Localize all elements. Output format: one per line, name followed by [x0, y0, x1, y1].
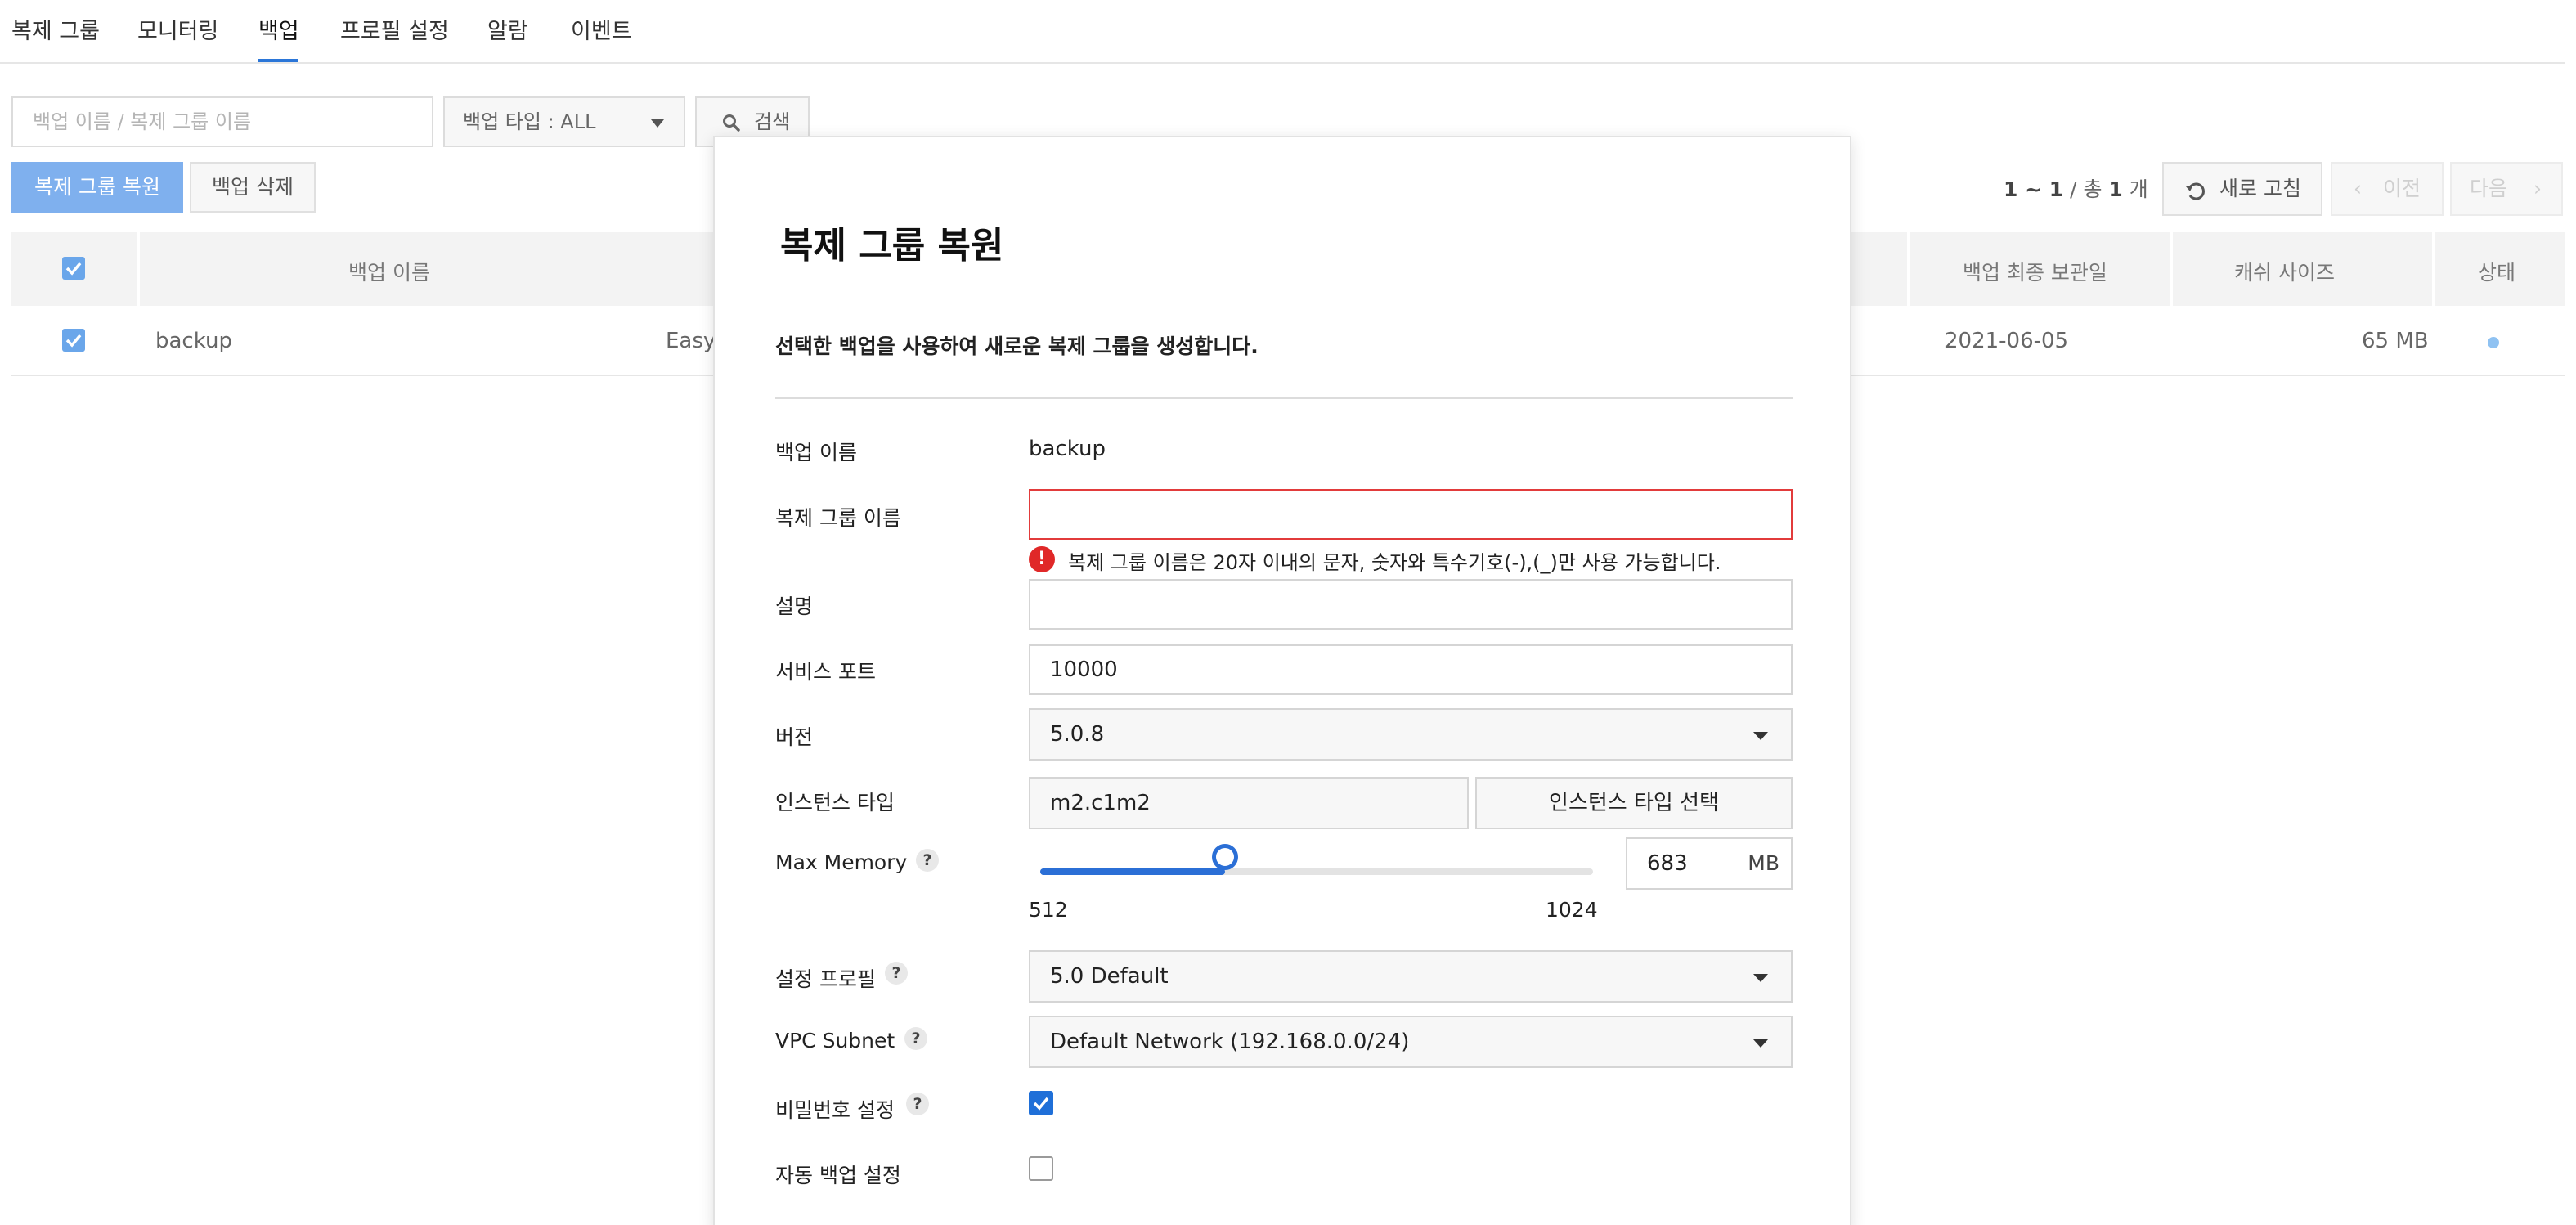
tab-backup[interactable]: 백업: [258, 13, 299, 45]
subnet-select[interactable]: Default Network (192.168.0.0/24): [1029, 1016, 1793, 1068]
chevron-down-icon: [1753, 732, 1768, 740]
profile-select-value: 5.0 Default: [1050, 964, 1169, 989]
select-all-checkbox[interactable]: [62, 257, 85, 280]
row-checkbox[interactable]: [62, 329, 85, 352]
restore-group-button[interactable]: 복제 그룹 복원: [11, 162, 183, 213]
max-memory-label: Max Memory: [775, 850, 907, 874]
max-memory-value: 683: [1647, 851, 1688, 876]
status-indicator: [2488, 337, 2499, 348]
chevron-down-icon: [1753, 1039, 1768, 1048]
prev-page-label: 이전: [2383, 177, 2421, 200]
active-tab-indicator: [258, 59, 298, 62]
next-page-label: 다음: [2470, 177, 2508, 200]
max-memory-slider-fill: [1040, 868, 1225, 875]
pager-unit: 개: [2122, 177, 2148, 201]
service-port-input[interactable]: [1029, 644, 1793, 695]
header-retention-date[interactable]: 백업 최종 보관일: [1963, 257, 2107, 286]
help-icon[interactable]: ?: [906, 1093, 929, 1115]
refresh-button-label: 새로 고침: [2219, 177, 2301, 200]
description-label: 설명: [775, 595, 814, 618]
help-icon[interactable]: ?: [885, 962, 908, 985]
backup-name-label: 백업 이름: [775, 441, 857, 464]
pager-range: 1 ~ 1: [2004, 177, 2064, 201]
tab-replication-group[interactable]: 복제 그룹: [11, 13, 100, 45]
row-backup-name: backup: [155, 329, 232, 353]
tab-alarm[interactable]: 알람: [487, 13, 528, 45]
chevron-left-icon: ‹: [2354, 177, 2362, 200]
modal-divider: [775, 397, 1793, 399]
row-cache-size: 65 MB: [2362, 329, 2429, 353]
profile-select[interactable]: 5.0 Default: [1029, 950, 1793, 1003]
prev-page-button[interactable]: ‹ 이전: [2331, 162, 2444, 216]
modal-description: 선택한 백업을 사용하여 새로운 복제 그룹을 생성합니다.: [775, 334, 1259, 358]
chevron-down-icon: [1753, 974, 1768, 982]
max-memory-max: 1024: [1546, 898, 1598, 922]
backup-name-value: backup: [1029, 437, 1106, 461]
header-cache-size[interactable]: 캐쉬 사이즈: [2234, 257, 2335, 286]
tab-event[interactable]: 이벤트: [571, 13, 632, 45]
help-icon[interactable]: ?: [904, 1027, 927, 1050]
tab-monitoring[interactable]: 모니터링: [137, 13, 218, 45]
subnet-select-value: Default Network (192.168.0.0/24): [1050, 1030, 1410, 1054]
profile-label-text: 설정 프로필: [775, 967, 876, 991]
pager-total: 1: [2108, 177, 2123, 201]
backup-type-select[interactable]: 백업 타입 : ALL: [443, 96, 685, 147]
row-retention-date: 2021-06-05: [1945, 329, 2069, 353]
backup-type-select-value: 백업 타입 : ALL: [463, 110, 596, 133]
subnet-label-text: VPC Subnet: [775, 1029, 895, 1052]
version-select-value: 5.0.8: [1050, 722, 1105, 747]
max-memory-label-text: Max Memory: [775, 850, 908, 874]
next-page-button[interactable]: 다음 ›: [2450, 162, 2563, 216]
check-icon: [65, 334, 82, 348]
instance-type-select-button[interactable]: 인스턴스 타입 선택: [1475, 777, 1793, 829]
max-memory-input[interactable]: 683 MB: [1626, 837, 1793, 890]
header-status[interactable]: 상태: [2478, 257, 2515, 286]
instance-type-label: 인스턴스 타입: [775, 791, 895, 814]
max-memory-slider-handle[interactable]: [1211, 844, 1238, 870]
version-select[interactable]: 5.0.8: [1029, 708, 1793, 761]
delete-backup-button[interactable]: 백업 삭제: [190, 162, 316, 213]
refresh-icon: [2186, 182, 2205, 200]
check-icon: [1033, 1097, 1049, 1111]
pager-summary: 1 ~ 1 / 총 1 개: [2004, 173, 2148, 203]
auto-backup-label: 자동 백업 설정: [775, 1164, 901, 1187]
max-memory-slider-track[interactable]: [1040, 868, 1593, 875]
search-input[interactable]: [11, 96, 433, 147]
error-icon: !: [1029, 546, 1055, 572]
profile-label: 설정 프로필: [775, 963, 876, 993]
service-port-label: 서비스 포트: [775, 660, 876, 684]
max-memory-unit: MB: [1748, 851, 1779, 875]
modal-title: 복제 그룹 복원: [780, 225, 1004, 267]
auto-backup-checkbox[interactable]: [1029, 1156, 1053, 1181]
check-icon: [65, 262, 82, 276]
header-backup-name[interactable]: 백업 이름: [348, 257, 430, 286]
tab-profile-settings[interactable]: 프로필 설정: [340, 13, 449, 45]
subnet-label: VPC Subnet: [775, 1029, 895, 1052]
top-tab-bar: 복제 그룹 모니터링 백업 프로필 설정 알람 이벤트: [0, 0, 2565, 64]
group-name-label: 복제 그룹 이름: [775, 506, 901, 530]
help-icon[interactable]: ?: [916, 849, 939, 872]
password-checkbox[interactable]: [1029, 1091, 1053, 1115]
description-input[interactable]: [1029, 579, 1793, 630]
search-icon: [723, 114, 740, 132]
group-name-error-text: 복제 그룹 이름은 20자 이내의 문자, 숫자와 특수기호(-),(_)만 사…: [1068, 551, 1721, 574]
refresh-button[interactable]: 새로 고침: [2162, 162, 2322, 216]
password-label-text: 비밀번호 설정: [775, 1098, 895, 1122]
version-label: 버전: [775, 725, 814, 749]
chevron-down-icon: [651, 119, 664, 128]
password-label: 비밀번호 설정: [775, 1094, 895, 1124]
group-name-input[interactable]: [1029, 489, 1793, 540]
max-memory-min: 512: [1029, 898, 1068, 922]
chevron-right-icon: ›: [2533, 177, 2542, 200]
restore-group-modal: 복제 그룹 복원 선택한 백업을 사용하여 새로운 복제 그룹을 생성합니다. …: [713, 136, 1851, 1225]
pager-sep: / 총: [2063, 177, 2109, 201]
instance-type-value: m2.c1m2: [1029, 777, 1469, 829]
